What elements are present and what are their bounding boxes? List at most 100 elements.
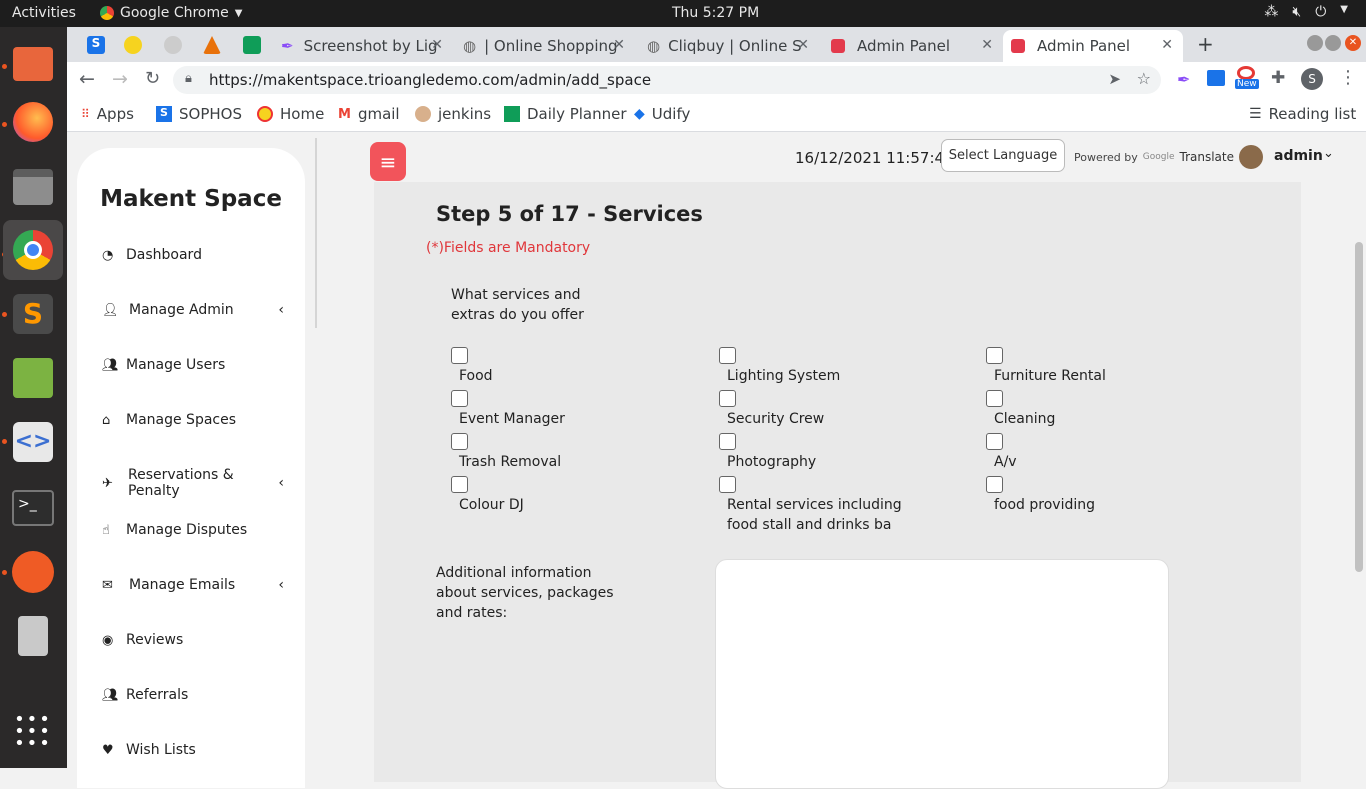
jenkins-pinned-tab-icon[interactable] bbox=[164, 36, 182, 54]
tab-screenshot[interactable]: ✒ Screenshot by Lig ✕ bbox=[273, 30, 453, 62]
sidebar-item-label: Wish Lists bbox=[126, 742, 196, 758]
url-input[interactable]: 🔒︎ https://makentspace.trioangledemo.com… bbox=[173, 66, 1161, 94]
chrome-dock-icon[interactable] bbox=[3, 220, 63, 280]
sidebar-item-manage-emails[interactable]: ✉ Manage Emails ‹ bbox=[102, 577, 284, 593]
bookmark-sophos[interactable]: S SOPHOS bbox=[156, 105, 242, 123]
service-checkbox[interactable] bbox=[986, 476, 1003, 493]
close-icon[interactable]: ✕ bbox=[797, 37, 809, 53]
system-tray[interactable]: ⁂ 🔇︎ ⏻ ▼ bbox=[1264, 4, 1348, 20]
sidebar-item-manage-admin[interactable]: 👤︎ Manage Admin ‹ bbox=[102, 302, 284, 318]
service-checkbox[interactable] bbox=[451, 433, 468, 450]
service-option-colour-dj[interactable]: Colour DJ bbox=[451, 476, 651, 515]
bookmark-gmail[interactable]: Mgmail bbox=[338, 105, 400, 123]
forward-icon[interactable]: → bbox=[112, 68, 128, 90]
files-icon[interactable] bbox=[8, 162, 58, 212]
translate-link[interactable]: Translate bbox=[1180, 150, 1235, 164]
reload-icon[interactable]: ↻ bbox=[145, 68, 160, 89]
extension-icon[interactable] bbox=[1207, 70, 1225, 86]
sophos-pinned-tab-icon[interactable]: S bbox=[87, 36, 105, 54]
activities-button[interactable]: Activities bbox=[12, 5, 76, 21]
feather-extension-icon[interactable]: ✒ bbox=[1177, 70, 1190, 89]
postman-icon[interactable] bbox=[8, 547, 58, 597]
service-option-food[interactable]: Food bbox=[451, 347, 651, 386]
sidebar-item-wish-lists[interactable]: ♥ Wish Lists bbox=[102, 742, 282, 758]
sidebar-item-manage-disputes[interactable]: ☝ Manage Disputes bbox=[102, 522, 282, 538]
show-apps-icon[interactable]: ••• ••• ••• bbox=[8, 707, 58, 757]
close-icon[interactable]: ✕ bbox=[431, 37, 443, 53]
service-checkbox[interactable] bbox=[719, 390, 736, 407]
service-option-trash-removal[interactable]: Trash Removal bbox=[451, 433, 651, 472]
service-option-furniture-rental[interactable]: Furniture Rental bbox=[986, 347, 1186, 386]
puzzle-icon[interactable]: ✚ bbox=[1271, 68, 1285, 88]
maximize-button[interactable] bbox=[1325, 35, 1341, 51]
service-option-event-manager[interactable]: Event Manager bbox=[451, 390, 651, 429]
sidebar-item-manage-users[interactable]: 👥︎ Manage Users bbox=[102, 357, 282, 373]
firefox-icon[interactable] bbox=[8, 97, 58, 147]
triangle-pinned-tab-icon[interactable] bbox=[203, 36, 221, 54]
bookmark-udify[interactable]: ◆ Udify bbox=[634, 105, 690, 123]
home-pinned-tab-icon[interactable] bbox=[124, 36, 142, 54]
service-checkbox[interactable] bbox=[986, 433, 1003, 450]
service-checkbox[interactable] bbox=[451, 390, 468, 407]
screenshot-app-icon[interactable] bbox=[8, 39, 58, 89]
admin-avatar[interactable] bbox=[1239, 145, 1263, 169]
tab-admin-panel-active[interactable]: Admin Panel ✕ bbox=[1003, 30, 1183, 62]
calculator-icon[interactable] bbox=[8, 611, 58, 661]
app-menu[interactable]: Google Chrome ▼ bbox=[100, 5, 242, 21]
select-language-dropdown[interactable]: Select Language bbox=[941, 139, 1065, 172]
close-window-button[interactable]: ✕ bbox=[1345, 35, 1361, 51]
sidebar-item-reviews[interactable]: ◉ Reviews bbox=[102, 632, 282, 648]
close-icon[interactable]: ✕ bbox=[613, 37, 625, 53]
new-tab-button[interactable]: + bbox=[1197, 32, 1214, 56]
service-checkbox[interactable] bbox=[719, 433, 736, 450]
bookmark-home[interactable]: Home bbox=[257, 105, 324, 123]
service-option-cleaning[interactable]: Cleaning bbox=[986, 390, 1186, 429]
service-checkbox[interactable] bbox=[986, 390, 1003, 407]
kebab-menu-icon[interactable]: ⋮ bbox=[1339, 67, 1357, 88]
service-option-rental-services[interactable]: Rental services including food stall and… bbox=[719, 476, 919, 535]
reading-list-button[interactable]: ☰ Reading list bbox=[1249, 105, 1356, 123]
service-checkbox[interactable] bbox=[451, 347, 468, 364]
close-icon[interactable]: ✕ bbox=[1161, 37, 1173, 53]
clock[interactable]: Thu 5:27 PM bbox=[672, 5, 759, 21]
service-checkbox[interactable] bbox=[719, 347, 736, 364]
service-checkbox[interactable] bbox=[451, 476, 468, 493]
service-checkbox[interactable] bbox=[986, 347, 1003, 364]
planner-pinned-tab-icon[interactable] bbox=[243, 36, 261, 54]
new-extension-icon[interactable]: New bbox=[1235, 64, 1259, 92]
chevron-down-icon[interactable]: ⌄ bbox=[1323, 146, 1334, 161]
profile-avatar[interactable]: S bbox=[1301, 68, 1323, 90]
hamburger-menu-button[interactable]: ≡ bbox=[370, 142, 406, 181]
running-indicator bbox=[2, 439, 7, 444]
scrollbar-thumb[interactable] bbox=[1355, 242, 1363, 572]
tab-cliqbuy[interactable]: ◍ Cliqbuy | Online S ✕ bbox=[639, 30, 819, 62]
bookmark-apps[interactable]: ⠿ Apps bbox=[81, 105, 134, 123]
sidebar-item-referrals[interactable]: 👥︎ Referrals bbox=[102, 687, 282, 703]
additional-info-textarea[interactable] bbox=[715, 559, 1169, 789]
user-plus-icon: 👤︎ bbox=[102, 302, 119, 318]
tab-admin-panel[interactable]: Admin Panel ✕ bbox=[823, 30, 1003, 62]
admin-username[interactable]: admin bbox=[1274, 148, 1323, 164]
service-option-photography[interactable]: Photography bbox=[719, 433, 919, 472]
service-option-av[interactable]: A/v bbox=[986, 433, 1186, 472]
page-scrollbar[interactable] bbox=[1352, 132, 1366, 768]
service-option-food-providing[interactable]: food providing bbox=[986, 476, 1186, 515]
sublime-text-icon[interactable]: S bbox=[8, 289, 58, 339]
terminal-icon[interactable]: >_ bbox=[8, 483, 58, 533]
back-icon[interactable]: ← bbox=[79, 68, 95, 90]
star-icon[interactable]: ☆ bbox=[1137, 69, 1151, 88]
sidebar-item-reservations[interactable]: ✈ Reservations & Penalty ‹ bbox=[102, 467, 284, 499]
service-checkbox[interactable] bbox=[719, 476, 736, 493]
image-viewer-icon[interactable] bbox=[8, 353, 58, 403]
send-icon[interactable]: ➤ bbox=[1108, 70, 1121, 88]
sidebar-item-manage-spaces[interactable]: ⌂ Manage Spaces bbox=[102, 412, 282, 428]
sidebar-item-dashboard[interactable]: ◔ Dashboard bbox=[102, 247, 282, 263]
tab-online-shopping[interactable]: ◍ | Online Shopping ✕ bbox=[455, 30, 635, 62]
bookmark-daily-planner[interactable]: Daily Planner bbox=[504, 105, 627, 123]
bookmark-jenkins[interactable]: jenkins bbox=[415, 105, 491, 123]
service-option-security-crew[interactable]: Security Crew bbox=[719, 390, 919, 429]
minimize-button[interactable] bbox=[1307, 35, 1323, 51]
service-option-lighting-system[interactable]: Lighting System bbox=[719, 347, 919, 386]
close-icon[interactable]: ✕ bbox=[981, 37, 993, 53]
code-editor-icon[interactable]: <> bbox=[8, 417, 58, 467]
